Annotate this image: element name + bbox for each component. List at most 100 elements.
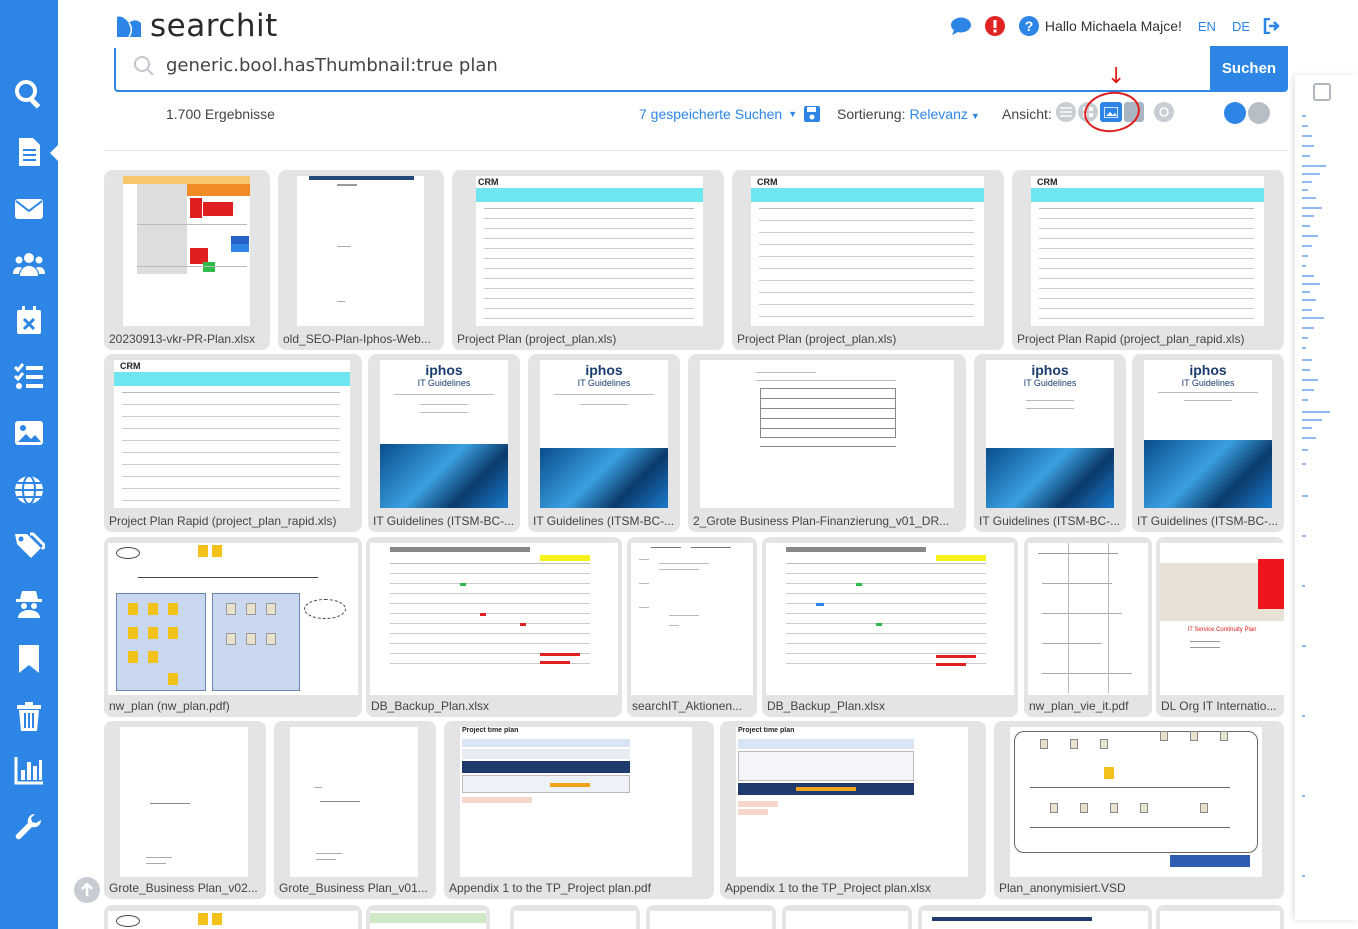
wrench-nav-icon[interactable]	[0, 804, 58, 852]
result-tile[interactable]: 20230913-vkr-PR-Plan.xlsx	[104, 170, 270, 350]
result-tile[interactable]: CRM Project Plan Rapid (project_plan_rap…	[1012, 170, 1284, 350]
result-tile[interactable]	[918, 905, 1152, 929]
logo-text: searchit	[150, 8, 278, 44]
help-icon[interactable]: ?	[1017, 14, 1041, 38]
result-tile[interactable]: Project time plan Appendix 1 to the TP_P…	[720, 721, 986, 899]
scroll-top-button[interactable]	[74, 877, 100, 903]
thumbnail: Project time plan	[736, 727, 968, 877]
lang-en-link[interactable]: EN	[1198, 19, 1216, 34]
tile-caption: Appendix 1 to the TP_Project plan.pdf	[449, 881, 651, 895]
result-tile[interactable]: nw_plan (nw_plan.pdf)	[104, 537, 362, 717]
result-tile[interactable]: iphos IT Guidelines IT Guidelines (ITSM-…	[974, 354, 1126, 532]
thumbnail: iphos IT Guidelines	[380, 360, 508, 508]
thumbnail	[766, 543, 1014, 695]
thumbnail	[370, 543, 618, 695]
saved-searches-dropdown[interactable]: 7 gespeicherte Suchen ▼	[639, 105, 821, 123]
chat-icon[interactable]	[949, 14, 973, 38]
sort-value[interactable]: Relevanz	[909, 106, 967, 122]
chevron-down-icon: ▼	[788, 109, 798, 119]
thumbnail	[922, 911, 1148, 929]
result-tile[interactable]	[782, 905, 912, 929]
result-tile[interactable]: iphos IT Guidelines IT Guidelines (ITSM-…	[368, 354, 520, 532]
result-tile[interactable]: Grote_Business Plan_v01...	[274, 721, 436, 899]
thumbnail: iphos IT Guidelines	[1144, 360, 1272, 508]
saved-searches-label: 7 gespeicherte Suchen	[639, 106, 783, 122]
result-tile[interactable]: CRM Project Plan (project_plan.xls)	[732, 170, 1004, 350]
divider	[104, 150, 1288, 151]
result-tile[interactable]: searchIT_Aktionen...	[627, 537, 757, 717]
logout-icon[interactable]	[1260, 14, 1284, 38]
tile-caption: Grote_Business Plan_v02...	[109, 881, 258, 895]
calendar-icon[interactable]	[1313, 83, 1331, 101]
thumb-title: IT Service Continuity Plan	[1187, 627, 1257, 633]
search-nav-icon[interactable]	[0, 70, 58, 118]
expand-toggle-icon[interactable]	[1224, 102, 1246, 124]
timeline-view-icon[interactable]	[1154, 102, 1174, 122]
thumb-title: IT Guidelines	[1181, 378, 1235, 388]
timeline-histogram[interactable]	[1302, 115, 1332, 895]
thumb-title: Project time plan	[462, 727, 519, 734]
result-tile[interactable]: iphos IT Guidelines IT Guidelines (ITSM-…	[1132, 354, 1284, 532]
crm-logo: CRM	[120, 361, 141, 371]
tile-caption: Project Plan Rapid (project_plan_rapid.x…	[1017, 332, 1245, 346]
result-tile[interactable]	[646, 905, 776, 929]
thumbnail	[650, 911, 772, 929]
result-tile[interactable]: iphos IT Guidelines IT Guidelines (ITSM-…	[528, 354, 680, 532]
tile-caption: 20230913-vkr-PR-Plan.xlsx	[109, 332, 256, 346]
result-tile[interactable]: old_SEO-Plan-Iphos-Web...	[278, 170, 444, 350]
result-tile[interactable]: 2_Grote Business Plan-Finanzierung_v01_D…	[688, 354, 966, 532]
people-nav-icon[interactable]	[0, 240, 58, 288]
crm-logo: CRM	[1037, 177, 1058, 187]
alert-icon[interactable]	[983, 14, 1007, 38]
tile-caption: searchIT_Aktionen...	[632, 699, 743, 713]
search-icon	[132, 54, 156, 83]
result-tile[interactable]: CRM Project Plan Rapid (project_plan_rap…	[104, 354, 362, 532]
thumbnail	[514, 911, 636, 929]
sort-control[interactable]: Sortierung: Relevanz ▼	[837, 106, 980, 122]
lang-de-link[interactable]: DE	[1232, 19, 1250, 34]
calendar-nav-icon[interactable]	[0, 296, 58, 344]
result-tile[interactable]: CRM Project Plan (project_plan.xls)	[452, 170, 724, 350]
arrow-up-icon	[81, 883, 93, 896]
thumbnail: CRM	[751, 176, 984, 326]
result-tile[interactable]: IT Service Continuity Plan DL Org IT Int…	[1156, 537, 1284, 717]
filter-toggle-icon[interactable]	[1248, 102, 1270, 124]
globe-nav-icon[interactable]	[0, 466, 58, 514]
thumb-title: IT Guidelines	[1023, 378, 1077, 388]
facet-panel	[1295, 75, 1358, 920]
result-tile[interactable]: Grote_Business Plan_v02...	[104, 721, 266, 899]
tile-caption: Project Plan (project_plan.xls)	[457, 332, 617, 346]
thumbnail: CRM	[1031, 176, 1264, 326]
thumbnail	[297, 176, 424, 326]
save-icon[interactable]	[803, 105, 821, 123]
search-button[interactable]: Suchen	[1210, 46, 1288, 90]
result-tile[interactable]	[366, 905, 490, 929]
logo-icon	[117, 16, 141, 38]
reports-nav-icon[interactable]	[0, 746, 58, 794]
search-input[interactable]	[166, 50, 1196, 80]
bookmark-nav-icon[interactable]	[0, 635, 58, 683]
tile-caption: nw_plan_vie_it.pdf	[1029, 699, 1129, 713]
trash-nav-icon[interactable]	[0, 692, 58, 740]
user-greeting[interactable]: Hallo Michaela Majce!	[1045, 18, 1182, 34]
result-tile[interactable]	[510, 905, 640, 929]
result-tile[interactable]: Project time plan Appendix 1 to the TP_P…	[444, 721, 714, 899]
result-tile[interactable]: nw_plan_vie_it.pdf	[1024, 537, 1152, 717]
tile-caption: Appendix 1 to the TP_Project plan.xlsx	[725, 881, 931, 895]
thumbnail	[108, 543, 358, 695]
result-tile[interactable]: DB_Backup_Plan.xlsx	[762, 537, 1018, 717]
spy-nav-icon[interactable]	[0, 579, 58, 627]
result-tile[interactable]	[104, 905, 362, 929]
tasks-nav-icon[interactable]	[0, 353, 58, 401]
result-tile[interactable]: Plan_anonymisiert.VSD	[994, 721, 1284, 899]
results-toolbar: 1.700 Ergebnisse 7 gespeicherte Suchen ▼…	[104, 64, 1288, 136]
mail-nav-icon[interactable]	[0, 185, 58, 233]
logo[interactable]: searchit	[114, 8, 278, 44]
result-tile[interactable]: DB_Backup_Plan.xlsx	[366, 537, 622, 717]
tags-nav-icon[interactable]	[0, 522, 58, 570]
images-nav-icon[interactable]	[0, 409, 58, 457]
result-tile[interactable]	[1156, 905, 1284, 929]
list-view-icon[interactable]	[1056, 102, 1076, 122]
annotation-arrow-icon: ↓	[1107, 64, 1126, 89]
thumb-title: Project time plan	[738, 727, 795, 734]
